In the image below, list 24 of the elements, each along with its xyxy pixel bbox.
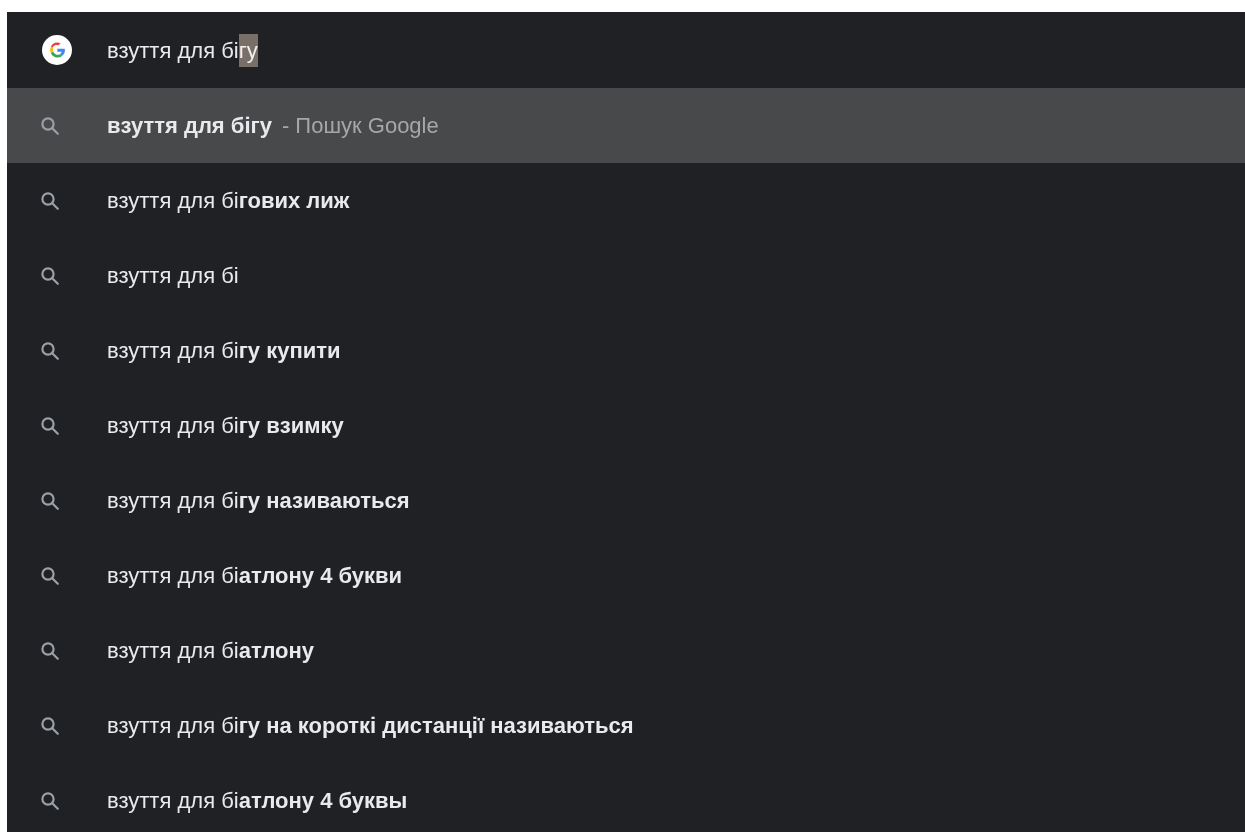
suggestion-text: взуття для бігу взимку	[107, 412, 344, 440]
suggestion-text: взуття для біатлону	[107, 637, 315, 665]
google-logo-icon	[42, 35, 72, 65]
search-icon	[40, 715, 60, 736]
suggestion-text: взуття для бігових лиж	[107, 187, 350, 215]
suggestion-text: взуття для бігу купити	[107, 337, 341, 365]
suggestion-text: взуття для біатлону 4 букви	[107, 562, 403, 590]
suggestion-text: взуття для бігу на короткі дистанції називаються	[107, 712, 634, 740]
suggestion-text: взуття для бігу	[107, 112, 272, 140]
search-icon	[40, 565, 60, 586]
search-icon	[40, 115, 60, 136]
search-icon	[40, 340, 60, 361]
search-engine-label: - Пошук Google	[281, 112, 439, 140]
search-icon	[40, 490, 60, 511]
search-icon	[40, 640, 60, 661]
suggestion-item[interactable]: взуття для бігу - Пошук Google	[7, 88, 1245, 163]
suggestion-text: взуття для бігу називаються	[107, 487, 410, 515]
search-icon	[40, 415, 60, 436]
suggestion-text: взуття для бі	[107, 262, 239, 290]
search-icon	[40, 790, 60, 811]
search-icon	[40, 190, 60, 211]
search-icon	[40, 265, 60, 286]
suggestion-text: взуття для біатлону 4 буквы	[107, 787, 408, 815]
search-field[interactable]: взуття для бігу	[107, 30, 258, 70]
